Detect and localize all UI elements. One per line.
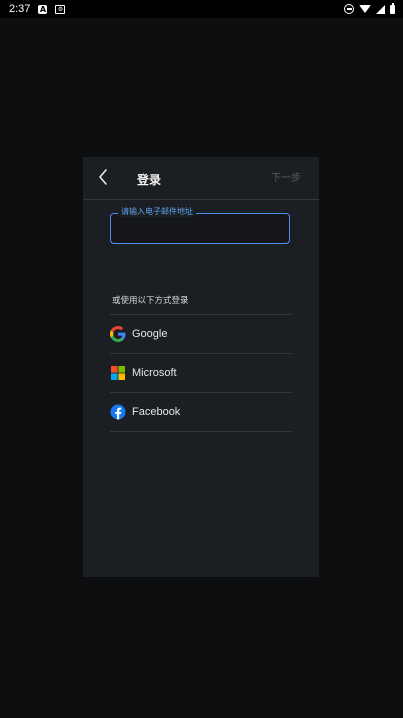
do-not-disturb-icon bbox=[344, 4, 354, 14]
chevron-left-icon bbox=[99, 169, 107, 185]
wifi-icon bbox=[359, 5, 371, 13]
dialog-header: 登录 下一步 bbox=[83, 157, 319, 200]
battery-icon bbox=[390, 2, 395, 14]
microsoft-label: Microsoft bbox=[132, 367, 177, 379]
facebook-label: Facebook bbox=[132, 406, 181, 418]
status-bar: 2:37 A ⚙ bbox=[0, 0, 403, 18]
next-button[interactable]: 下一步 bbox=[271, 169, 301, 184]
dialog-title: 登录 bbox=[137, 173, 162, 187]
google-login-button[interactable]: Google bbox=[110, 315, 292, 354]
facebook-login-button[interactable]: Facebook bbox=[110, 393, 292, 432]
signal-icon bbox=[376, 4, 385, 14]
email-field[interactable]: 请输入电子邮件地址 bbox=[110, 206, 290, 244]
google-icon bbox=[110, 326, 126, 342]
provider-list: Google Microsoft Facebook bbox=[110, 314, 292, 432]
gear-box-icon: ⚙ bbox=[55, 4, 66, 14]
email-field-label: 请输入电子邮件地址 bbox=[118, 206, 196, 217]
google-label: Google bbox=[132, 328, 168, 340]
status-icons bbox=[344, 0, 395, 18]
a-box-icon: A bbox=[38, 4, 48, 14]
email-input[interactable] bbox=[111, 214, 289, 243]
microsoft-login-button[interactable]: Microsoft bbox=[110, 354, 292, 393]
login-dialog: 登录 下一步 请输入电子邮件地址 或使用以下方式登录 Google Micros… bbox=[83, 157, 319, 577]
microsoft-icon bbox=[110, 365, 126, 381]
alt-login-label: 或使用以下方式登录 bbox=[112, 296, 189, 306]
status-time: 2:37 bbox=[9, 3, 31, 15]
facebook-icon bbox=[110, 404, 126, 420]
back-button[interactable] bbox=[96, 167, 112, 187]
